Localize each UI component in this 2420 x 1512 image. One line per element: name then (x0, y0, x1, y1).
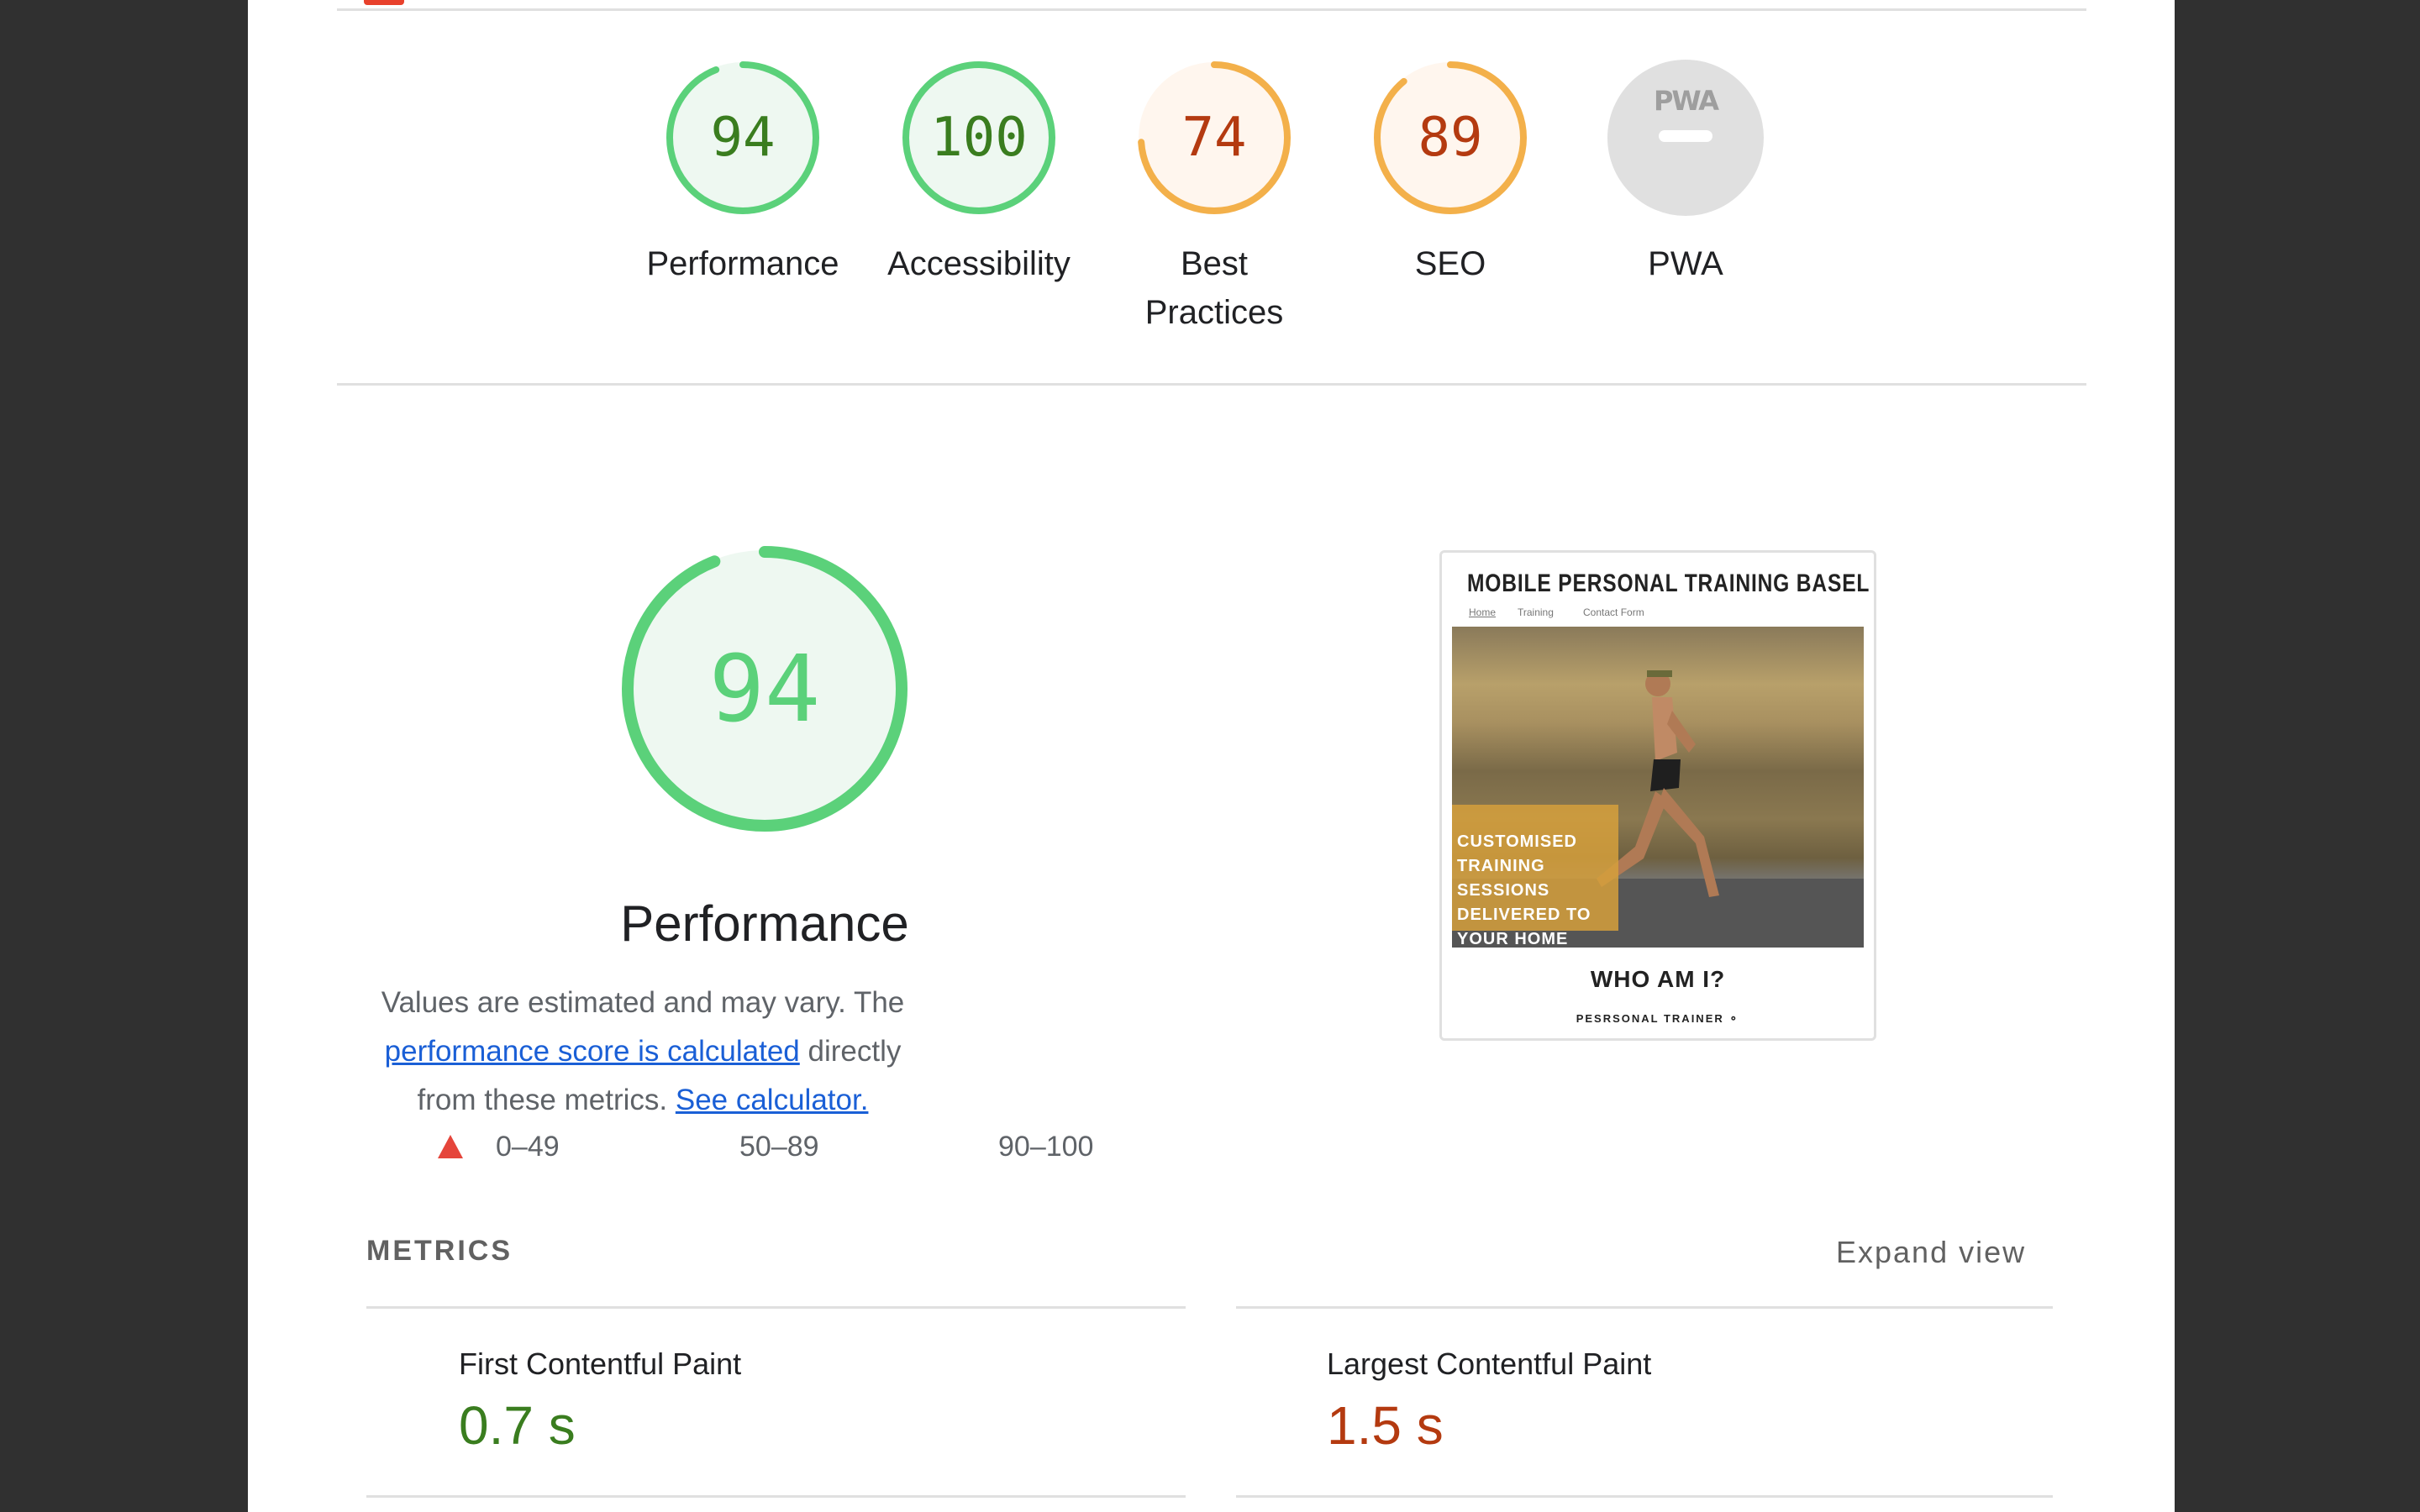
performance-score-link[interactable]: performance score is calculated (385, 1035, 800, 1068)
metric-fcp-value: 0.7 s (459, 1395, 576, 1456)
performance-gauge-large: 94 (618, 542, 912, 836)
screenshot-nav-contact: Contact Form (1583, 606, 1644, 618)
screenshot-heading: WHO AM I? (1590, 966, 1726, 992)
dumbbell-icon: ⚬ (1728, 1012, 1740, 1025)
desc-prefix: Values are estimated and may vary. The (381, 986, 905, 1019)
screenshot-nav-home: Home (1469, 606, 1497, 618)
gauge-performance-value: 94 (710, 107, 776, 169)
metrics-title: METRICS (366, 1235, 513, 1267)
gauge-best-practices-label: Best Practices (1105, 239, 1323, 337)
gauge-pwa-label: PWA (1648, 245, 1723, 282)
top-divider (337, 8, 2086, 11)
gauge-seo[interactable]: 89 (1370, 58, 1530, 218)
metrics-divider-left-bottom (366, 1495, 1186, 1498)
metrics-divider-right-bottom (1236, 1495, 2053, 1498)
legend-fail-label: 0–49 (496, 1131, 560, 1163)
expand-view-button[interactable]: Expand view (1836, 1235, 2026, 1270)
metrics-divider-left (366, 1306, 1186, 1309)
legend-fail-icon (438, 1135, 463, 1158)
metric-lcp-name: Largest Contentful Paint (1327, 1347, 1652, 1381)
gauge-best-practices-label-line2: Practices (1144, 294, 1284, 331)
gauge-best-practices-value: 74 (1181, 107, 1247, 169)
see-calculator-link[interactable]: See calculator. (676, 1084, 869, 1116)
metric-lcp-value: 1.5 s (1327, 1395, 1444, 1456)
screenshot-site-title: MOBILE PERSONAL TRAINING BASEL (1467, 570, 1870, 597)
screenshot-footer-text: PESRSONAL TRAINER ⚬ (1442, 1012, 1874, 1026)
final-screenshot[interactable]: MOBILE PERSONAL TRAINING BASEL Home Trai… (1439, 550, 1876, 1041)
lighthouse-logo (364, 0, 404, 5)
lighthouse-report: 94 Performance 100 Accessibility 74 Best… (248, 0, 2175, 1512)
pwa-dash-icon (1659, 130, 1712, 142)
gauge-best-practices-label-line1: Best (1180, 245, 1249, 282)
performance-score-large: 94 (708, 635, 821, 743)
gauge-accessibility-value: 100 (930, 107, 1028, 169)
gauge-performance-label: Performance (646, 245, 839, 282)
gauge-best-practices[interactable]: 74 (1134, 58, 1294, 218)
gauge-seo-label: SEO (1414, 245, 1486, 282)
legend-pass-label: 90–100 (998, 1131, 1094, 1163)
screenshot-nav-training: Training (1518, 606, 1554, 618)
gauges-divider (337, 383, 2086, 386)
gauge-seo-value: 89 (1418, 107, 1483, 169)
pwa-icon: PWA (1653, 85, 1719, 117)
gauge-performance[interactable]: 94 (663, 58, 823, 218)
metrics-divider-right (1236, 1306, 2053, 1309)
gauge-accessibility[interactable]: 100 (899, 58, 1059, 218)
legend-average-label: 50–89 (739, 1131, 819, 1163)
screenshot-overlay-text: CUSTOMISED TRAINING SESSIONS DELIVERED T… (1457, 832, 1591, 948)
performance-description: Values are estimated and may vary. The p… (366, 979, 920, 1125)
screenshot-footer-label: PESRSONAL TRAINER (1576, 1012, 1724, 1025)
gauge-accessibility-label: Accessibility (887, 245, 1071, 282)
metric-fcp-name: First Contentful Paint (459, 1347, 742, 1381)
gauge-pwa[interactable]: PWA (1606, 58, 1765, 218)
performance-heading: Performance (620, 895, 909, 952)
